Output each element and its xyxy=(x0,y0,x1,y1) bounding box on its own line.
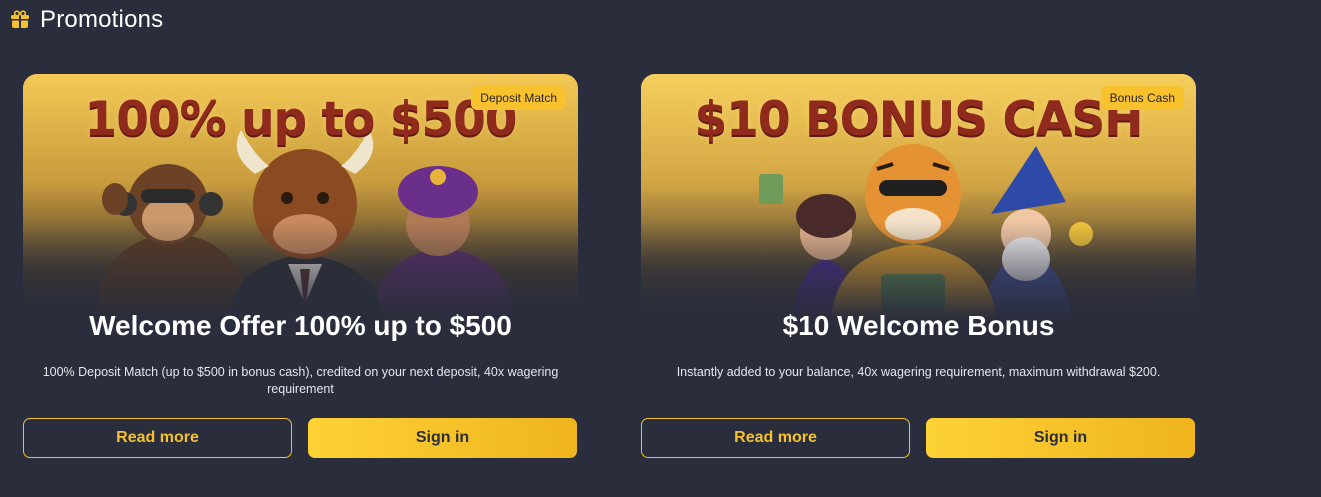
promo-card-deposit-match: 100% up to $500 Deposit Match Welcome Of… xyxy=(23,74,578,464)
promotions-header: Promotions xyxy=(10,6,163,34)
promo-description: 100% Deposit Match (up to $500 in bonus … xyxy=(42,365,559,396)
promo-type-badge: Bonus Cash xyxy=(1100,86,1184,110)
sign-in-button[interactable]: Sign in xyxy=(926,418,1195,458)
promo-banner[interactable]: 100% up to $500 Deposit Match xyxy=(23,74,578,319)
page-title: Promotions xyxy=(40,6,164,33)
read-more-button[interactable]: Read more xyxy=(641,418,910,458)
gift-icon xyxy=(11,10,29,28)
promo-title: $10 Welcome Bonus xyxy=(782,310,1055,341)
sign-in-button[interactable]: Sign in xyxy=(308,418,577,458)
read-more-button[interactable]: Read more xyxy=(23,418,292,458)
promo-title: Welcome Offer 100% up to $500 xyxy=(89,310,512,341)
promo-description: Instantly added to your balance, 40x wag… xyxy=(676,365,1161,379)
promo-type-badge: Deposit Match xyxy=(471,86,566,110)
promo-card-bonus-cash: $10 BONUS CASH Bonus Cash $10 Welcome Bo… xyxy=(641,74,1196,464)
promo-banner[interactable]: $10 BONUS CASH Bonus Cash xyxy=(641,74,1196,319)
